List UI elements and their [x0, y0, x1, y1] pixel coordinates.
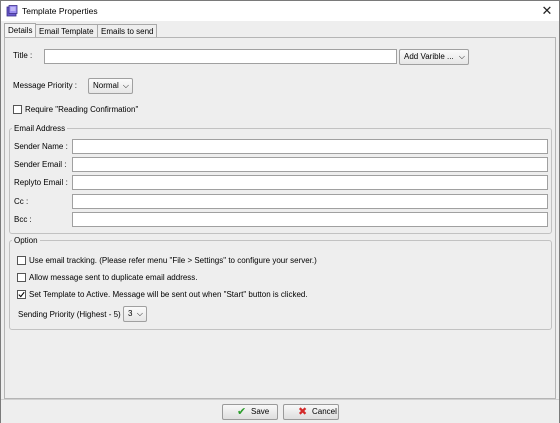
check-mark-icon: ✔ — [237, 406, 247, 418]
chevron-down-icon: ⌵ — [458, 52, 465, 61]
tab-email-template[interactable]: Email Template — [35, 24, 98, 38]
email-tracking-checkbox[interactable] — [17, 256, 26, 265]
details-panel: Title : Add Varible ... ⌵ Message Priori… — [4, 37, 556, 399]
button-bar: ✔ Save ✖ Cancel — [1, 399, 559, 423]
bcc-input[interactable] — [72, 212, 548, 227]
chevron-down-icon: ⌵ — [122, 81, 129, 90]
check-mark-icon — [18, 291, 25, 298]
allow-duplicate-checkbox[interactable] — [17, 273, 26, 282]
title-input[interactable] — [44, 49, 397, 64]
message-priority-select[interactable]: Normal ⌵ — [88, 78, 133, 94]
sender-email-input[interactable] — [72, 157, 548, 172]
set-active-label: Set Template to Active. Message will be … — [29, 290, 308, 299]
cc-input[interactable] — [72, 194, 548, 209]
sender-name-input[interactable] — [72, 139, 548, 154]
title-label: Title : — [13, 51, 33, 60]
sender-email-label: Sender Email : — [14, 160, 67, 169]
red-x-icon: ✖ — [298, 406, 308, 418]
cancel-button[interactable]: ✖ Cancel — [283, 404, 339, 420]
replyto-email-input[interactable] — [72, 175, 548, 190]
allow-duplicate-label: Allow message sent to duplicate email ad… — [29, 273, 198, 282]
template-properties-window: Template Properties ✕ Details Email Temp… — [0, 0, 560, 423]
reading-confirmation-label: Require "Reading Confirmation" — [25, 105, 139, 114]
close-icon: ✕ — [541, 3, 553, 18]
cancel-label: Cancel — [312, 407, 337, 416]
window-title: Template Properties — [22, 6, 98, 16]
message-priority-label: Message Priority : — [13, 81, 78, 90]
email-tracking-label: Use email tracking. (Please refer menu "… — [29, 256, 317, 265]
set-active-checkbox[interactable] — [17, 290, 26, 299]
reading-confirmation-checkbox[interactable] — [13, 105, 22, 114]
tab-details[interactable]: Details — [4, 23, 37, 38]
save-label: Save — [251, 407, 270, 416]
template-app-icon — [6, 5, 18, 17]
cc-label: Cc : — [14, 197, 29, 206]
tab-emails-to-send[interactable]: Emails to send — [97, 24, 158, 38]
add-variable-dropdown[interactable]: Add Varible ... ⌵ — [399, 49, 469, 65]
email-address-group-title: Email Address — [12, 124, 68, 133]
close-button[interactable]: ✕ — [539, 3, 555, 19]
sending-priority-label: Sending Priority (Highest - 5) : — [18, 310, 126, 319]
add-variable-label: Add Varible ... — [404, 52, 454, 61]
sending-priority-select[interactable]: 3 ⌵ — [123, 306, 147, 322]
save-button[interactable]: ✔ Save — [222, 404, 278, 420]
bcc-label: Bcc : — [14, 215, 32, 224]
message-priority-value: Normal — [93, 81, 119, 90]
sender-name-label: Sender Name : — [14, 142, 68, 151]
sending-priority-value: 3 — [128, 309, 133, 318]
option-group-title: Option — [12, 236, 40, 245]
chevron-down-icon: ⌵ — [136, 309, 143, 318]
replyto-email-label: Replyto Email : — [14, 178, 68, 187]
title-bar: Template Properties ✕ — [1, 1, 559, 21]
